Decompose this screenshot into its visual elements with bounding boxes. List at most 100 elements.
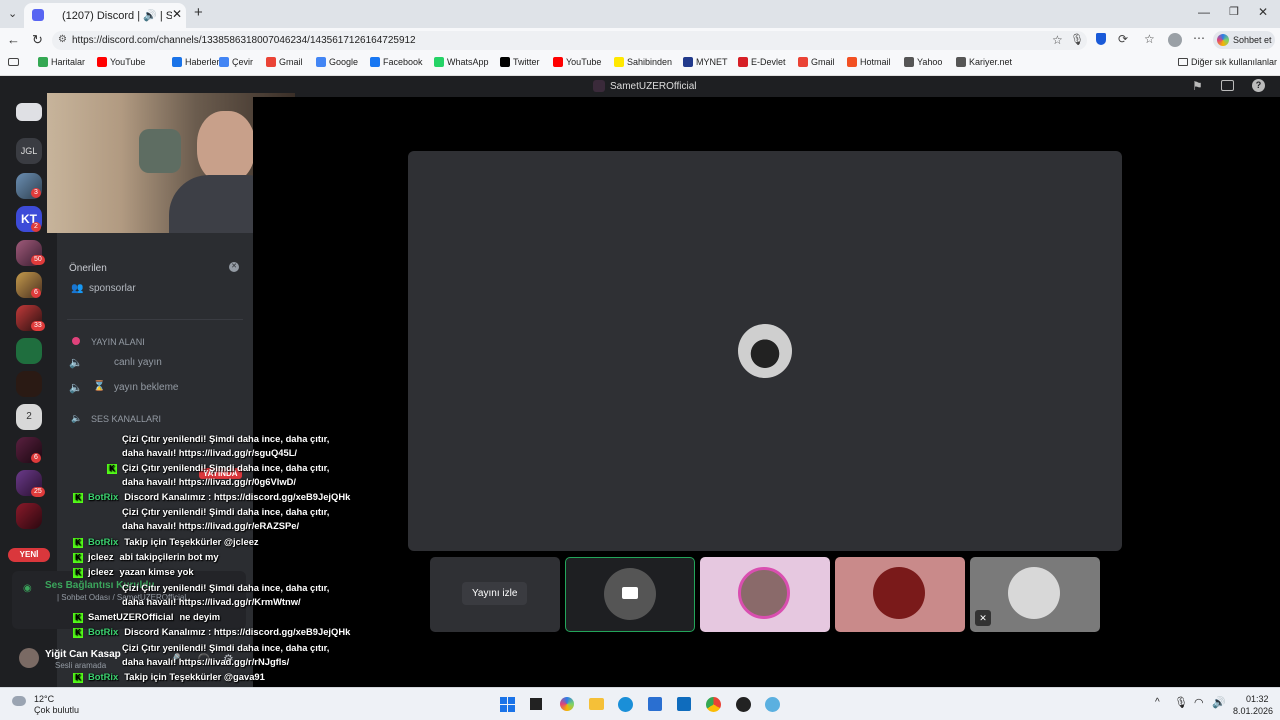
discord-home-icon[interactable]	[16, 103, 42, 121]
category-voice[interactable]: SES KANALLARI	[91, 414, 161, 424]
watch-stream-button[interactable]: Yayını izle	[462, 582, 528, 605]
hourglass-icon: ⌛	[93, 381, 106, 392]
user-avatar[interactable]	[19, 648, 39, 668]
server-jgl[interactable]: JGL	[16, 138, 42, 164]
app-icon[interactable]	[736, 697, 751, 712]
bookmark-favicon-icon	[172, 57, 182, 67]
restore-button[interactable]: ❐	[1229, 5, 1239, 18]
bookmark-item[interactable]: YouTube	[553, 57, 601, 67]
copilot-taskbar-icon[interactable]	[560, 697, 574, 711]
task-view-icon[interactable]	[530, 698, 542, 710]
channel-yayin-bekleme[interactable]: yayın bekleme	[114, 382, 178, 393]
bookmark-label: E-Devlet	[751, 57, 786, 67]
bookmark-item[interactable]: Çevir	[219, 57, 253, 67]
server-7[interactable]	[16, 338, 42, 364]
other-bookmarks[interactable]: Diğer sık kullanılanlar	[1178, 57, 1277, 67]
bookmark-item[interactable]: Google	[316, 57, 358, 67]
profile-avatar[interactable]	[1168, 33, 1182, 47]
bookmark-label: Gmail	[811, 57, 835, 67]
chat-username[interactable]: BotRix	[88, 626, 118, 637]
bookmark-item[interactable]: Gmail	[266, 57, 303, 67]
bookmark-item[interactable]: Hotmail	[847, 57, 891, 67]
read-aloud-icon[interactable]: 🎙	[1070, 33, 1084, 46]
bookmark-item[interactable]: E-Devlet	[738, 57, 786, 67]
weather-icon	[12, 696, 26, 706]
extensions-icon[interactable]: ⟳	[1118, 32, 1128, 46]
kick-icon: K	[73, 627, 83, 638]
new-badge[interactable]: YENİ	[8, 548, 50, 562]
more-menu-icon[interactable]: ⋯	[1193, 31, 1205, 45]
badge-7: 25	[31, 487, 45, 497]
sponsors-item[interactable]: sponsorlar	[89, 283, 136, 294]
tab-title: (1207) Discord | 🔊 | Sohbet O	[62, 10, 172, 22]
chat-username[interactable]: BotRix	[88, 491, 118, 502]
close-suggested-icon[interactable]: ✕	[229, 262, 239, 272]
close-tab-icon[interactable]: ✕	[172, 7, 182, 21]
bookmark-item[interactable]: YouTube	[97, 57, 145, 67]
chat-username[interactable]: BotRix	[88, 671, 118, 682]
chat-username[interactable]: jcleez	[88, 566, 114, 577]
file-explorer-icon[interactable]	[589, 698, 604, 710]
weather-temp[interactable]: 12°C	[34, 694, 54, 704]
help-icon[interactable]: ?	[1252, 79, 1265, 92]
bookmark-favicon-icon	[266, 57, 276, 67]
chrome-icon[interactable]	[706, 697, 721, 712]
bookmark-item[interactable]: Haritalar	[38, 57, 85, 67]
new-tab-button[interactable]: +	[194, 4, 203, 21]
server-8[interactable]	[16, 371, 42, 397]
favorites-icon[interactable]: ☆	[1144, 32, 1155, 46]
bookmark-item[interactable]: Gmail	[798, 57, 835, 67]
bookmark-favicon-icon	[38, 57, 48, 67]
tray-chevron-icon[interactable]: ^	[1155, 697, 1160, 708]
category-broadcast[interactable]: YAYIN ALANI	[91, 337, 145, 347]
main-stream-tile[interactable]	[408, 151, 1122, 551]
reading-view-icon[interactable]	[8, 58, 19, 66]
back-icon[interactable]: ←	[7, 32, 20, 47]
bookmark-item[interactable]: Yahoo	[904, 57, 942, 67]
wifi-icon[interactable]: ◠	[1194, 696, 1204, 709]
bookmark-item[interactable]: MYNET	[683, 57, 728, 67]
bookmark-item[interactable]: Kariyer.net	[956, 57, 1012, 67]
copilot-button[interactable]: Sohbet et	[1213, 31, 1275, 49]
favorite-star-icon[interactable]: ☆	[1052, 33, 1063, 47]
bookmark-item[interactable]: Sahibinden	[614, 57, 672, 67]
edge-icon[interactable]	[618, 697, 633, 712]
tab-list-button[interactable]: ⌄	[8, 7, 17, 20]
browser-tab[interactable]: (1207) Discord | 🔊 | Sohbet O ✕	[24, 3, 186, 28]
url-field[interactable]: ⚙ https://discord.com/channels/133858631…	[52, 31, 1087, 50]
mic-tray-icon[interactable]: 🎙	[1174, 696, 1188, 709]
clock-time[interactable]: 01:32	[1246, 694, 1269, 704]
store-icon[interactable]	[648, 697, 662, 711]
close-window-button[interactable]: ✕	[1258, 5, 1268, 19]
chat-username[interactable]: BotRix	[88, 536, 118, 547]
channel-canli-yayin[interactable]: canlı yayın	[114, 357, 162, 368]
bookmark-favicon-icon	[738, 57, 748, 67]
minimize-button[interactable]: —	[1198, 5, 1210, 19]
bookmark-item[interactable]: Facebook	[370, 57, 423, 67]
bookmark-item[interactable]: WhatsApp	[434, 57, 489, 67]
participant-tile-2[interactable]	[700, 557, 830, 632]
inbox-icon[interactable]	[1221, 80, 1234, 91]
bookmark-item[interactable]: Haberler	[172, 57, 220, 67]
participant-tile-1[interactable]	[565, 557, 695, 632]
chat-username[interactable]: jcleez	[88, 551, 114, 562]
network-app-icon[interactable]	[765, 697, 780, 712]
shield-icon[interactable]	[1096, 33, 1106, 45]
server-12[interactable]	[16, 503, 42, 529]
badge-6: 6	[31, 453, 41, 463]
bookmark-favicon-icon	[97, 57, 107, 67]
server-9[interactable]: 2	[16, 404, 42, 430]
refresh-icon[interactable]: ↻	[32, 32, 43, 48]
chat-username[interactable]: SametUZEROfficial	[88, 611, 173, 622]
volume-icon[interactable]: 🔊	[1212, 696, 1226, 709]
site-info-icon[interactable]: ⚙	[58, 34, 67, 45]
outlook-icon[interactable]	[677, 697, 691, 711]
participant-tile-4[interactable]: ✕	[970, 557, 1100, 632]
flag-icon[interactable]: ⚑	[1192, 79, 1203, 93]
bookmark-label: Kariyer.net	[969, 57, 1013, 67]
start-icon[interactable]	[500, 697, 515, 712]
participant-tile-3[interactable]	[835, 557, 965, 632]
bookmark-item[interactable]: Twitter	[500, 57, 540, 67]
video-camera-icon	[622, 587, 638, 599]
bookmark-favicon-icon	[683, 57, 693, 67]
